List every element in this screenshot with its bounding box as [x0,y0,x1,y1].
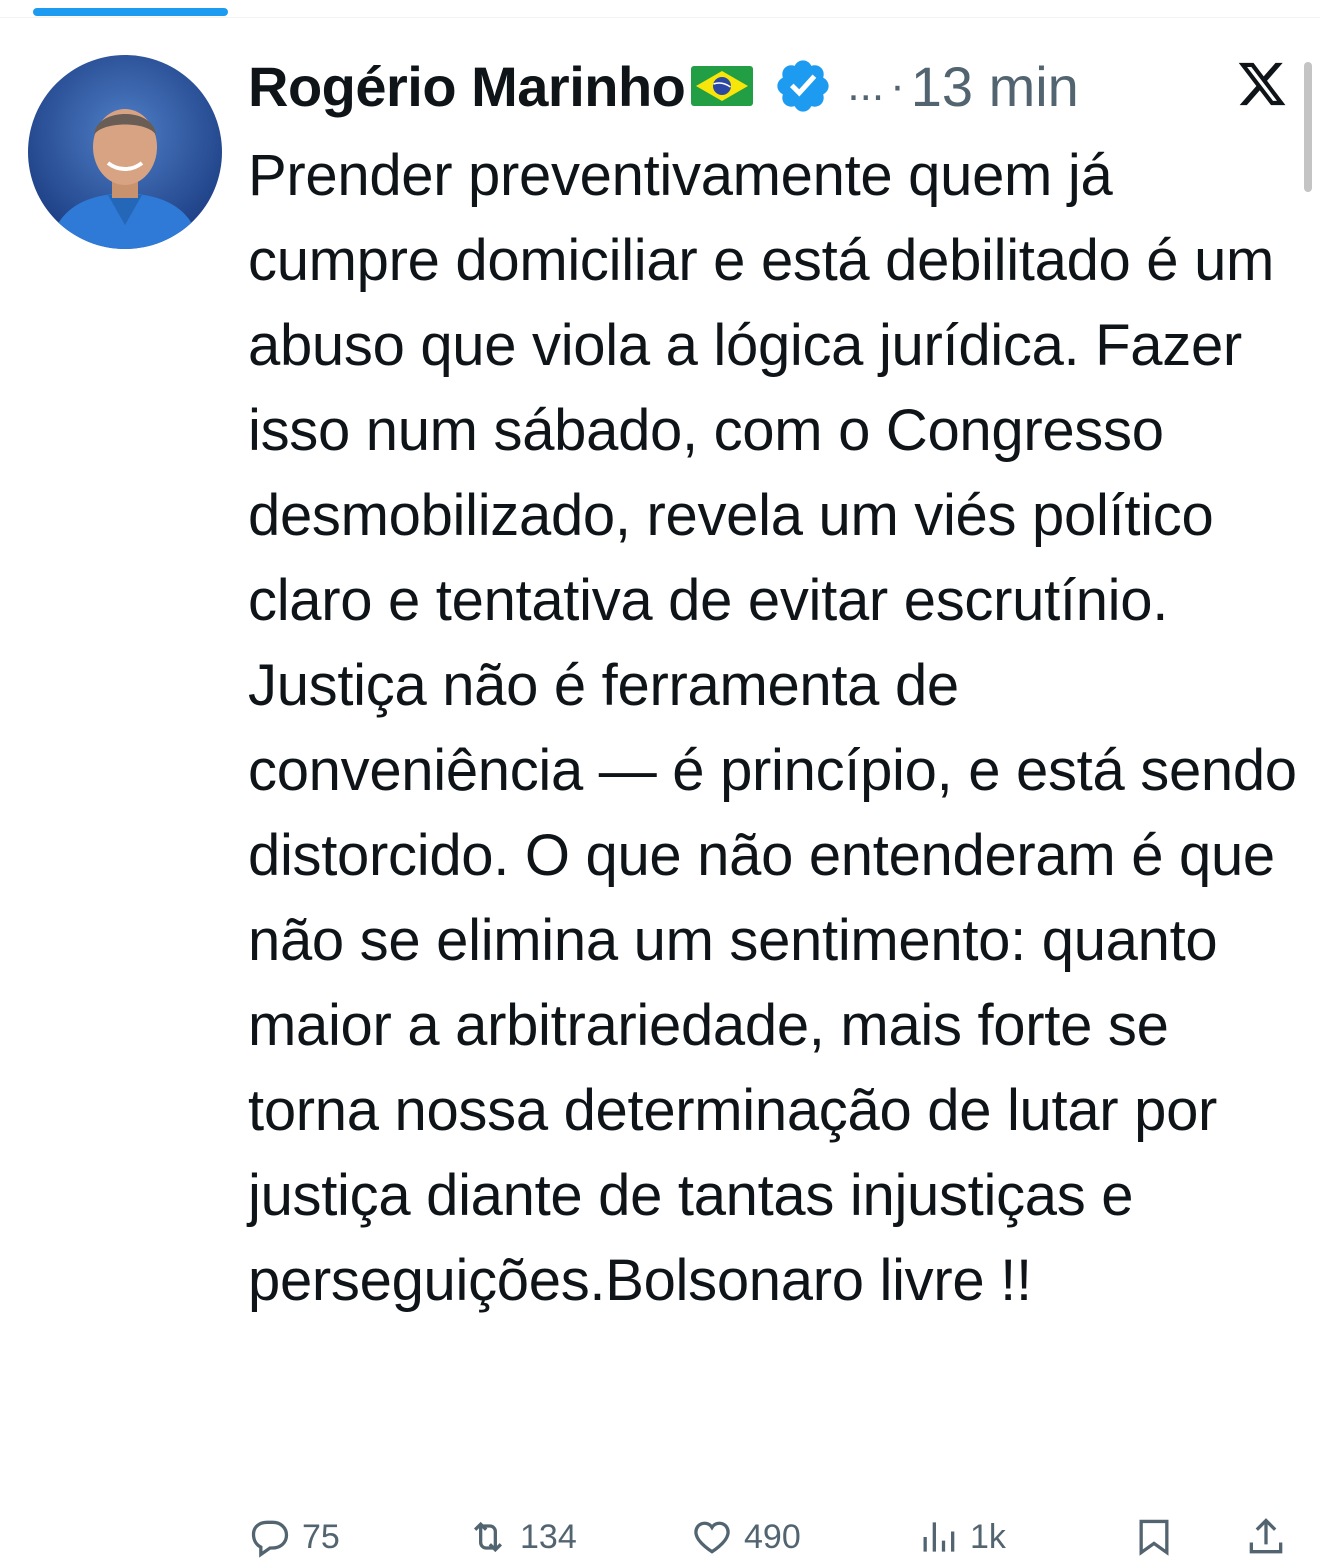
top-divider [0,17,1320,18]
timestamp[interactable]: 13 min [911,54,1079,119]
views-button[interactable]: 1k [916,1515,1006,1559]
x-logo-icon[interactable] [1234,58,1290,110]
repost-button[interactable]: 134 [466,1515,577,1559]
bookmark-icon [1139,1519,1169,1556]
scrollbar[interactable] [1304,62,1312,192]
author-name[interactable]: Rogério Marinho [248,54,686,119]
tweet-actions: 75 134 490 1k [248,1515,1288,1558]
views-icon [923,1522,955,1552]
repost-icon [473,1521,503,1553]
separator-dot: · [890,61,905,110]
reply-count: 75 [302,1517,340,1556]
brazil-flag-icon [691,66,754,106]
tweet-text: Prender preventivamente quem já cumpre d… [248,143,1297,1313]
share-icon [1249,1518,1283,1554]
tweet-header: Rogério Marinho ... · 13 min [248,50,1288,122]
author-handle[interactable]: ... [847,61,884,111]
views-count: 1k [970,1517,1006,1556]
avatar-image [28,55,222,249]
reply-button[interactable]: 75 [248,1515,340,1559]
verified-badge-icon[interactable] [773,56,833,116]
heart-icon [694,1521,730,1554]
tab-indicator [33,8,228,16]
repost-count: 134 [520,1517,577,1556]
like-button[interactable]: 490 [690,1515,801,1559]
share-button[interactable] [1244,1515,1288,1559]
reply-icon [251,1520,289,1558]
bookmark-button[interactable] [1132,1515,1176,1559]
avatar[interactable] [28,55,222,249]
like-count: 490 [744,1517,801,1556]
